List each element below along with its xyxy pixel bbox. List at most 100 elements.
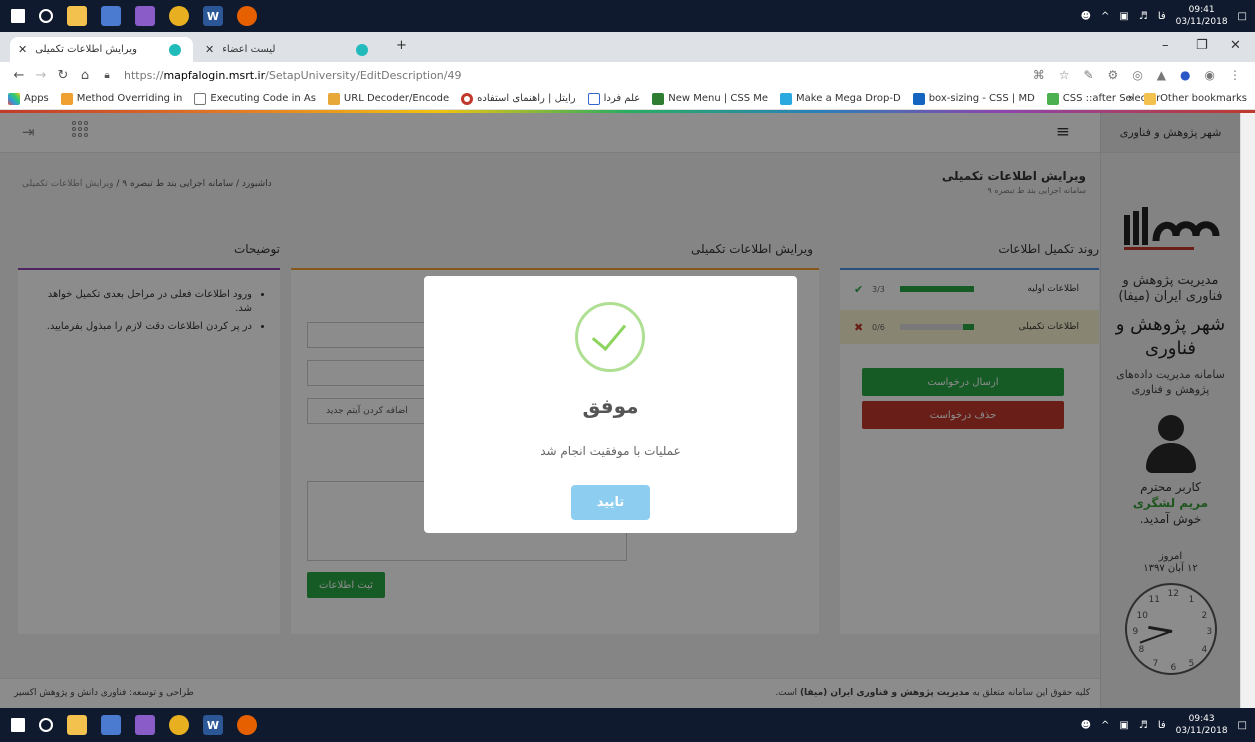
- volume-icon[interactable]: ♬: [1139, 11, 1148, 22]
- bookmark-label: URL Decoder/Encode: [343, 93, 450, 104]
- chrome-icon[interactable]: [169, 715, 189, 735]
- remote-desktop-icon[interactable]: [101, 715, 121, 735]
- bookmark-star-icon[interactable]: ☆: [1059, 68, 1070, 82]
- folder-icon: [1144, 92, 1157, 105]
- bookmark-label: Executing Code in As: [210, 93, 316, 104]
- url-field[interactable]: https://mapfalogin.msrt.ir/SetapUniversi…: [124, 69, 461, 82]
- tool-icon: [327, 92, 340, 105]
- language-indicator[interactable]: فا: [1158, 720, 1166, 731]
- minimize-icon[interactable]: –: [1162, 38, 1169, 53]
- chrome-icon[interactable]: [169, 6, 189, 26]
- reload-icon[interactable]: ↻: [52, 68, 74, 83]
- firefox-icon[interactable]: [237, 715, 257, 735]
- chrome-menu-icon[interactable]: ⋮: [1229, 68, 1241, 82]
- menu-icon: [652, 92, 665, 105]
- people-icon[interactable]: ☻: [1081, 720, 1091, 731]
- browser-tab-bar: ویرایش اطلاعات تکمیلی ✕ لیست اعضاء ✕ + –…: [0, 32, 1255, 62]
- bookmark-other[interactable]: » Other bookmarks: [1128, 92, 1247, 105]
- site-favicon: [356, 43, 368, 56]
- clock-time: 09:41: [1188, 5, 1215, 15]
- arrow-icon: [780, 92, 793, 105]
- success-dialog: موفق عملیات با موفقیت انجام شد تایید: [424, 276, 797, 533]
- tray-chevron-icon[interactable]: ^: [1101, 11, 1109, 22]
- opera-icon: [461, 92, 474, 105]
- search-icon[interactable]: [39, 9, 53, 23]
- word-icon[interactable]: W: [203, 6, 223, 26]
- people-icon[interactable]: ☻: [1081, 11, 1091, 22]
- home-icon[interactable]: ⌂: [74, 68, 96, 83]
- forward-icon[interactable]: →: [30, 68, 52, 83]
- url-path: /SetapUniversity/EditDescription/49: [265, 68, 462, 82]
- bookmark-elm-farda[interactable]: علم فردا: [587, 92, 641, 105]
- page-icon: [194, 92, 207, 105]
- remote-desktop-icon[interactable]: [101, 6, 121, 26]
- bookmark-raytel[interactable]: رایتل | راهنمای استفاده: [461, 92, 576, 105]
- windows-start-icon[interactable]: [11, 9, 25, 23]
- restore-icon[interactable]: ❐: [1196, 38, 1208, 53]
- tab-members-list[interactable]: لیست اعضاء ✕: [197, 37, 380, 62]
- firefox-icon[interactable]: [237, 6, 257, 26]
- address-bar-row: ← → ↻ ⌂ 🔒︎ https://mapfalogin.msrt.ir/Se…: [0, 62, 1255, 88]
- network-icon[interactable]: ▣: [1119, 720, 1128, 731]
- clock-time: 09:43: [1188, 714, 1215, 724]
- tab-edit-description[interactable]: ویرایش اطلاعات تکمیلی ✕: [10, 37, 193, 62]
- profile-icon[interactable]: ◉: [1205, 68, 1215, 82]
- extension-icon-2[interactable]: ▲: [1157, 68, 1166, 82]
- extension-icon[interactable]: ⚙: [1108, 68, 1119, 82]
- bookmark-executing-code[interactable]: Executing Code in As: [194, 92, 316, 105]
- new-tab-icon[interactable]: +: [396, 38, 407, 53]
- url-host: mapfalogin.msrt.ir: [163, 68, 266, 82]
- bookmark-label: New Menu | CSS Me: [668, 93, 769, 104]
- notification-icon[interactable]: □: [1238, 720, 1247, 731]
- windows-taskbar-bottom: W ☻ ^ ▣ ♬ فا 09:43 03/11/2018 □: [0, 708, 1255, 742]
- bookmark-label: علم فردا: [603, 93, 641, 104]
- tab-title: ویرایش اطلاعات تکمیلی: [35, 44, 137, 55]
- translate-icon[interactable]: ⌘: [1033, 68, 1045, 82]
- visual-studio-icon[interactable]: [135, 715, 155, 735]
- bookmark-label: Method Overriding in: [76, 93, 183, 104]
- search-icon[interactable]: [39, 718, 53, 732]
- window-close-icon[interactable]: ✕: [1230, 38, 1241, 53]
- bookmark-label: box-sizing - CSS | MD: [928, 93, 1035, 104]
- bookmark-label: Apps: [24, 93, 49, 104]
- clock-date: 03/11/2018: [1175, 17, 1228, 27]
- success-check-icon: [575, 302, 645, 372]
- system-clock[interactable]: 09:41 03/11/2018: [1176, 4, 1228, 28]
- back-icon[interactable]: ←: [8, 68, 30, 83]
- volume-icon[interactable]: ♬: [1139, 720, 1148, 731]
- java-icon: [60, 92, 73, 105]
- system-clock[interactable]: 09:43 03/11/2018: [1176, 713, 1228, 737]
- word-icon[interactable]: W: [203, 715, 223, 735]
- windows-start-icon[interactable]: [11, 718, 25, 732]
- bookmark-method-overriding[interactable]: Method Overriding in: [60, 92, 183, 105]
- page-scrollbar[interactable]: [1240, 113, 1255, 708]
- bookmark-new-menu[interactable]: New Menu | CSS Me: [652, 92, 769, 105]
- bookmark-box-sizing[interactable]: box-sizing - CSS | MD: [912, 92, 1035, 105]
- notification-icon[interactable]: □: [1238, 11, 1247, 22]
- lock-icon: 🔒︎: [104, 69, 110, 81]
- e-icon: [587, 92, 600, 105]
- clock-date: 03/11/2018: [1175, 726, 1228, 736]
- eyedropper-icon[interactable]: ✎: [1083, 68, 1093, 82]
- extension-icon-3[interactable]: ●: [1180, 68, 1190, 82]
- network-icon[interactable]: ▣: [1119, 11, 1128, 22]
- language-indicator[interactable]: فا: [1158, 11, 1166, 22]
- confirm-button[interactable]: تایید: [571, 485, 650, 520]
- visual-studio-icon[interactable]: [135, 6, 155, 26]
- bookmarks-bar: Apps Method Overriding in Executing Code…: [0, 88, 1255, 110]
- windows-taskbar-top: W ☻ ^ ▣ ♬ فا 09:41 03/11/2018 □: [0, 0, 1255, 32]
- camera-icon[interactable]: ◎: [1132, 68, 1142, 82]
- tray-chevron-icon[interactable]: ^: [1101, 720, 1109, 731]
- file-explorer-icon[interactable]: [67, 715, 87, 735]
- bookmark-label: رایتل | راهنمای استفاده: [477, 93, 576, 104]
- close-icon[interactable]: ✕: [205, 43, 214, 56]
- overflow-chevron-icon[interactable]: »: [1128, 93, 1134, 104]
- bookmark-mega-drop[interactable]: Make a Mega Drop-D: [780, 92, 901, 105]
- tab-title: لیست اعضاء: [222, 44, 276, 55]
- close-icon[interactable]: ✕: [18, 43, 27, 56]
- w3-icon: [1046, 92, 1059, 105]
- bookmark-apps[interactable]: Apps: [8, 92, 49, 105]
- bookmark-url-decoder[interactable]: URL Decoder/Encode: [327, 92, 450, 105]
- file-explorer-icon[interactable]: [67, 6, 87, 26]
- dialog-title: موفق: [582, 394, 639, 418]
